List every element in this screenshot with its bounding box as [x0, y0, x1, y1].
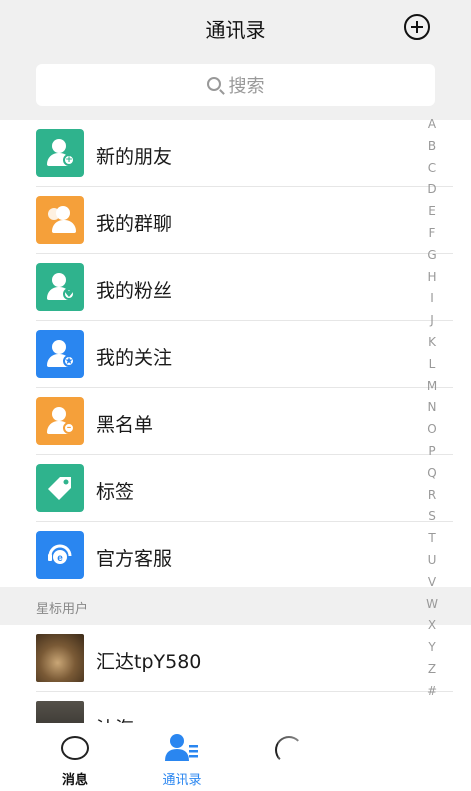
index-letter[interactable]: A: [422, 114, 442, 136]
tab-messages[interactable]: 消息: [20, 723, 130, 791]
fans-icon: ♥: [36, 263, 84, 311]
list-item[interactable]: 汇达tpY580: [0, 625, 471, 692]
menu-item-fans[interactable]: ♥ 我的粉丝: [0, 254, 471, 321]
alphabet-index[interactable]: A B C D E F G H I J K L M N O P Q R S T U V W X Y Z #: [422, 114, 442, 703]
menu-item-blacklist[interactable]: – 黑名单: [0, 388, 471, 455]
menu-item-new-friends[interactable]: + 新的朋友: [0, 120, 471, 187]
index-letter[interactable]: N: [422, 397, 442, 419]
index-letter[interactable]: K: [422, 332, 442, 354]
index-letter[interactable]: X: [422, 615, 442, 637]
avatar: [36, 634, 84, 682]
page-title: 通讯录: [205, 18, 266, 42]
search-placeholder: 搜索: [228, 76, 265, 97]
menu-item-label: 我的群聊: [96, 213, 173, 235]
avatar: [36, 701, 84, 723]
menu-item-label: 新的朋友: [96, 146, 173, 168]
add-icon[interactable]: [404, 14, 430, 40]
menu-item-following[interactable]: ★ 我的关注: [0, 321, 471, 388]
menu-item-customer-service[interactable]: e 官方客服: [0, 522, 471, 589]
menu-item-group-chats[interactable]: 我的群聊: [0, 187, 471, 254]
index-letter[interactable]: U: [422, 550, 442, 572]
header: 通讯录 搜索: [0, 0, 471, 120]
chat-bubble-icon: [61, 736, 89, 760]
menu-item-tags[interactable]: 标签: [0, 455, 471, 522]
section-header-starred: 星标用户: [0, 587, 471, 625]
index-letter[interactable]: E: [422, 201, 442, 223]
index-letter[interactable]: W: [422, 594, 442, 616]
index-letter[interactable]: I: [422, 288, 442, 310]
menu-item-label: 我的粉丝: [96, 280, 173, 302]
following-icon: ★: [36, 330, 84, 378]
index-letter[interactable]: B: [422, 136, 442, 158]
index-letter[interactable]: P: [422, 441, 442, 463]
tab-bar: 消息 通讯录: [0, 723, 471, 791]
customer-service-icon: e: [36, 531, 84, 579]
index-letter[interactable]: J: [422, 310, 442, 332]
index-letter[interactable]: M: [422, 376, 442, 398]
index-letter[interactable]: C: [422, 158, 442, 180]
menu-item-label: 标签: [96, 481, 135, 503]
index-letter[interactable]: F: [422, 223, 442, 245]
index-letter[interactable]: D: [422, 179, 442, 201]
menu-item-label: 官方客服: [96, 548, 173, 570]
contact-name: 沐海: [96, 714, 134, 723]
list-item[interactable]: 沐海: [0, 692, 471, 723]
blacklist-icon: –: [36, 397, 84, 445]
menu-item-label: 我的关注: [96, 347, 173, 369]
tab-contacts[interactable]: 通讯录: [127, 723, 237, 791]
index-letter[interactable]: #: [422, 681, 442, 703]
search-icon: [206, 77, 221, 91]
index-letter[interactable]: G: [422, 245, 442, 267]
tab-label: 通讯录: [162, 773, 202, 788]
tag-icon: [36, 464, 84, 512]
tab-discover[interactable]: [233, 723, 471, 791]
index-letter[interactable]: O: [422, 419, 442, 441]
group-chat-icon: [36, 196, 84, 244]
new-friend-icon: +: [36, 129, 84, 177]
contacts-icon: [165, 734, 198, 761]
contact-name: 汇达tpY580: [96, 651, 202, 673]
svg-text:e: e: [57, 553, 63, 564]
index-letter[interactable]: R: [422, 485, 442, 507]
search-input[interactable]: 搜索: [36, 64, 435, 106]
index-letter[interactable]: T: [422, 528, 442, 550]
index-letter[interactable]: L: [422, 354, 442, 376]
index-letter[interactable]: Z: [422, 659, 442, 681]
index-letter[interactable]: S: [422, 506, 442, 528]
index-letter[interactable]: Q: [422, 463, 442, 485]
index-letter[interactable]: V: [422, 572, 442, 594]
section-title: 星标用户: [36, 602, 89, 617]
index-letter[interactable]: H: [422, 267, 442, 289]
menu-item-label: 黑名单: [96, 414, 154, 436]
index-letter[interactable]: Y: [422, 637, 442, 659]
tab-label: 消息: [61, 773, 88, 788]
